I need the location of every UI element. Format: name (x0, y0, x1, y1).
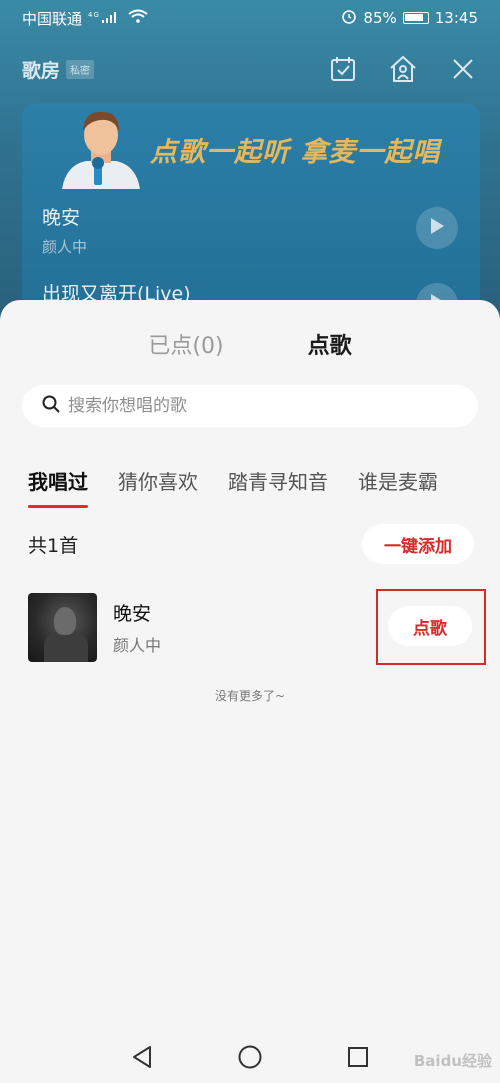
battery-icon (402, 12, 429, 24)
tab-guess-you-like[interactable]: 猜你喜欢 (118, 466, 198, 508)
album-cover (28, 592, 97, 662)
network-type: 4G (88, 11, 100, 19)
watermark: Baidu经验 (413, 1052, 492, 1070)
song-artist: 颜人中 (113, 635, 162, 655)
category-tabs: 我唱过 猜你喜欢 踏青寻知音 谁是麦霸 (28, 466, 500, 508)
tab-spring-outing[interactable]: 踏青寻知音 (228, 466, 328, 508)
room-song-artist: 颜人中 (42, 238, 88, 256)
singer-avatar (62, 103, 140, 189)
recents-icon[interactable] (343, 1042, 373, 1072)
battery-percent: 85% (363, 9, 397, 27)
list-item[interactable]: 晚安 颜人中 点歌 (28, 589, 486, 665)
tab-ordered[interactable]: 已点(0) (148, 328, 223, 364)
no-more-text: 没有更多了~ (214, 689, 286, 703)
room-song-item[interactable]: 晚安 颜人中 (42, 203, 87, 257)
order-song-button[interactable]: 点歌 (388, 606, 472, 646)
sheet-tabs: 已点(0) 点歌 (0, 328, 500, 364)
tab-pick-song[interactable]: 点歌 (308, 328, 352, 364)
carrier-label: 中国联通 (22, 9, 83, 28)
slogan: 点歌一起听 拿麦一起唱 (150, 137, 441, 168)
close-icon[interactable] (448, 54, 478, 84)
alarm-icon (341, 8, 357, 28)
room-header: 歌房 私密 (22, 52, 478, 86)
search-bar[interactable] (22, 385, 478, 427)
wifi-icon (128, 9, 148, 27)
play-icon (429, 217, 445, 239)
song-name: 晚安 (113, 602, 152, 625)
song-picker-sheet: 已点(0) 点歌 我唱过 猜你喜欢 踏青寻知音 谁是麦霸 共1首 一键添加 晚安… (0, 300, 500, 1083)
tab-mic-king[interactable]: 谁是麦霸 (358, 466, 438, 508)
back-icon[interactable] (127, 1042, 157, 1072)
room-song-name: 晚安 (42, 207, 81, 229)
song-count: 共1首 (28, 534, 79, 557)
status-bar: 中国联通 4G 85% 13:45 (0, 0, 500, 36)
home-icon[interactable] (235, 1042, 265, 1072)
search-input[interactable] (68, 396, 428, 416)
play-button[interactable] (416, 207, 458, 249)
list-header: 共1首 一键添加 (28, 524, 474, 564)
home-user-icon[interactable] (388, 54, 418, 84)
search-icon (42, 395, 60, 417)
signal-icon: 4G (88, 10, 128, 27)
room-title: 歌房 (22, 59, 61, 82)
add-all-button[interactable]: 一键添加 (362, 524, 474, 564)
private-tag: 私密 (66, 59, 95, 79)
calendar-check-icon[interactable] (328, 54, 358, 84)
clock: 13:45 (434, 9, 478, 27)
tab-sung-before[interactable]: 我唱过 (28, 466, 88, 508)
